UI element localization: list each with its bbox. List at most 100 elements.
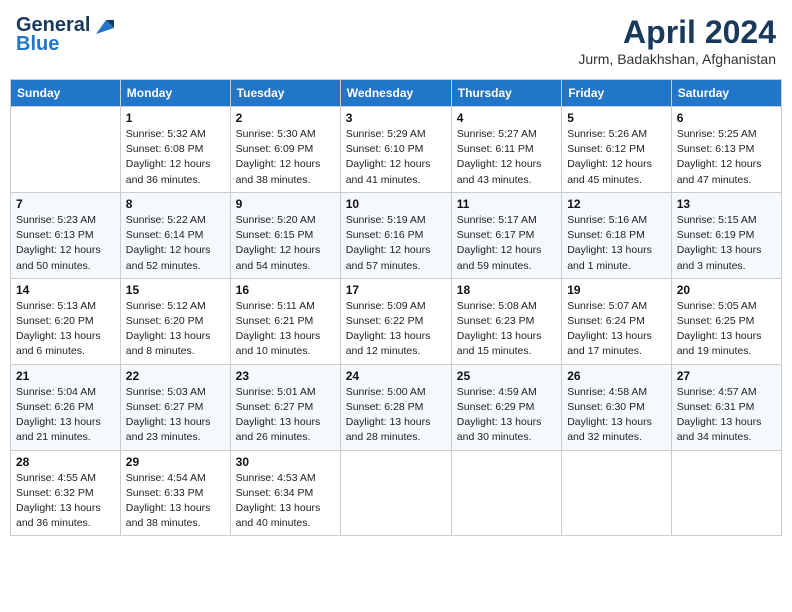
day-number: 4 [457,111,556,125]
day-info: Sunrise: 5:23 AMSunset: 6:13 PMDaylight:… [16,213,115,274]
calendar-cell [340,450,451,536]
calendar-cell: 10 Sunrise: 5:19 AMSunset: 6:16 PMDayligh… [340,192,451,278]
weekday-header-friday: Friday [562,80,672,107]
calendar-cell: 26 Sunrise: 4:58 AMSunset: 6:30 PMDayligh… [562,364,672,450]
day-number: 21 [16,369,115,383]
weekday-header-sunday: Sunday [11,80,121,107]
month-title: April 2024 [578,14,776,51]
calendar-cell [671,450,781,536]
day-info: Sunrise: 4:57 AMSunset: 6:31 PMDaylight:… [677,385,776,446]
day-info: Sunrise: 5:16 AMSunset: 6:18 PMDaylight:… [567,213,666,274]
logo: General Blue [16,14,114,56]
day-number: 24 [346,369,446,383]
day-info: Sunrise: 5:13 AMSunset: 6:20 PMDaylight:… [16,299,115,360]
calendar-cell: 4 Sunrise: 5:27 AMSunset: 6:11 PMDaylight… [451,107,561,193]
calendar-cell: 28 Sunrise: 4:55 AMSunset: 6:32 PMDayligh… [11,450,121,536]
header: General Blue April 2024 Jurm, Badakhshan… [10,10,782,71]
day-info: Sunrise: 5:09 AMSunset: 6:22 PMDaylight:… [346,299,446,360]
calendar-cell: 1 Sunrise: 5:32 AMSunset: 6:08 PMDaylight… [120,107,230,193]
calendar-cell: 20Sunrise: 5:05 AMSunset: 6:25 PMDayligh… [671,278,781,364]
day-info: Sunrise: 5:20 AMSunset: 6:15 PMDaylight:… [236,213,335,274]
weekday-header-thursday: Thursday [451,80,561,107]
calendar-cell: 8Sunrise: 5:22 AMSunset: 6:14 PMDaylight… [120,192,230,278]
day-number: 23 [236,369,335,383]
calendar-cell: 5 Sunrise: 5:26 AMSunset: 6:12 PMDaylight… [562,107,672,193]
logo-icon [92,18,114,36]
day-number: 27 [677,369,776,383]
day-info: Sunrise: 5:11 AMSunset: 6:21 PMDaylight:… [236,299,335,360]
day-number: 9 [236,197,335,211]
calendar-cell [11,107,121,193]
calendar-cell [562,450,672,536]
day-number: 15 [126,283,225,297]
calendar-cell: 12Sunrise: 5:16 AMSunset: 6:18 PMDayligh… [562,192,672,278]
day-info: Sunrise: 4:53 AMSunset: 6:34 PMDaylight:… [236,471,335,532]
day-info: Sunrise: 5:12 AMSunset: 6:20 PMDaylight:… [126,299,225,360]
day-number: 10 [346,197,446,211]
weekday-header-wednesday: Wednesday [340,80,451,107]
calendar-cell: 7 Sunrise: 5:23 AMSunset: 6:13 PMDaylight… [11,192,121,278]
calendar-cell: 13 Sunrise: 5:15 AMSunset: 6:19 PMDayligh… [671,192,781,278]
day-info: Sunrise: 4:59 AMSunset: 6:29 PMDaylight:… [457,385,556,446]
calendar-cell: 27 Sunrise: 4:57 AMSunset: 6:31 PMDayligh… [671,364,781,450]
calendar-cell: 30 Sunrise: 4:53 AMSunset: 6:34 PMDayligh… [230,450,340,536]
calendar-cell: 11 Sunrise: 5:17 AMSunset: 6:17 PMDayligh… [451,192,561,278]
day-number: 8 [126,197,225,211]
calendar-cell: 22 Sunrise: 5:03 AMSunset: 6:27 PMDayligh… [120,364,230,450]
day-number: 6 [677,111,776,125]
calendar-cell: 3Sunrise: 5:29 AMSunset: 6:10 PMDaylight… [340,107,451,193]
day-info: Sunrise: 5:07 AMSunset: 6:24 PMDaylight:… [567,299,666,360]
calendar-cell: 25 Sunrise: 4:59 AMSunset: 6:29 PMDayligh… [451,364,561,450]
location-title: Jurm, Badakhshan, Afghanistan [578,51,776,67]
day-number: 14 [16,283,115,297]
calendar-cell: 15 Sunrise: 5:12 AMSunset: 6:20 PMDayligh… [120,278,230,364]
day-info: Sunrise: 5:01 AMSunset: 6:27 PMDaylight:… [236,385,335,446]
day-info: Sunrise: 5:32 AMSunset: 6:08 PMDaylight:… [126,127,225,188]
day-info: Sunrise: 5:26 AMSunset: 6:12 PMDaylight:… [567,127,666,188]
calendar-cell: 14 Sunrise: 5:13 AMSunset: 6:20 PMDayligh… [11,278,121,364]
day-number: 28 [16,455,115,469]
day-info: Sunrise: 5:29 AMSunset: 6:10 PMDaylight:… [346,127,446,188]
day-info: Sunrise: 5:04 AMSunset: 6:26 PMDaylight:… [16,385,115,446]
calendar-table: SundayMondayTuesdayWednesdayThursdayFrid… [10,79,782,536]
day-number: 1 [126,111,225,125]
day-info: Sunrise: 5:00 AMSunset: 6:28 PMDaylight:… [346,385,446,446]
weekday-header-saturday: Saturday [671,80,781,107]
day-number: 26 [567,369,666,383]
day-info: Sunrise: 5:05 AMSunset: 6:25 PMDaylight:… [677,299,776,360]
day-info: Sunrise: 5:08 AMSunset: 6:23 PMDaylight:… [457,299,556,360]
calendar-cell: 9 Sunrise: 5:20 AMSunset: 6:15 PMDaylight… [230,192,340,278]
day-info: Sunrise: 4:58 AMSunset: 6:30 PMDaylight:… [567,385,666,446]
calendar-cell: 6 Sunrise: 5:25 AMSunset: 6:13 PMDaylight… [671,107,781,193]
weekday-header-tuesday: Tuesday [230,80,340,107]
day-number: 13 [677,197,776,211]
calendar-cell: 2 Sunrise: 5:30 AMSunset: 6:09 PMDaylight… [230,107,340,193]
day-info: Sunrise: 5:27 AMSunset: 6:11 PMDaylight:… [457,127,556,188]
day-number: 7 [16,197,115,211]
day-number: 30 [236,455,335,469]
calendar-cell: 23 Sunrise: 5:01 AMSunset: 6:27 PMDayligh… [230,364,340,450]
title-area: April 2024 Jurm, Badakhshan, Afghanistan [578,14,776,67]
day-info: Sunrise: 5:17 AMSunset: 6:17 PMDaylight:… [457,213,556,274]
weekday-header-monday: Monday [120,80,230,107]
day-info: Sunrise: 5:19 AMSunset: 6:16 PMDaylight:… [346,213,446,274]
day-info: Sunrise: 4:54 AMSunset: 6:33 PMDaylight:… [126,471,225,532]
day-info: Sunrise: 5:25 AMSunset: 6:13 PMDaylight:… [677,127,776,188]
calendar-cell: 24 Sunrise: 5:00 AMSunset: 6:28 PMDayligh… [340,364,451,450]
calendar-cell: 29 Sunrise: 4:54 AMSunset: 6:33 PMDayligh… [120,450,230,536]
day-number: 17 [346,283,446,297]
day-number: 25 [457,369,556,383]
calendar-cell [451,450,561,536]
calendar-cell: 17 Sunrise: 5:09 AMSunset: 6:22 PMDayligh… [340,278,451,364]
day-number: 16 [236,283,335,297]
day-number: 29 [126,455,225,469]
day-number: 2 [236,111,335,125]
day-info: Sunrise: 5:15 AMSunset: 6:19 PMDaylight:… [677,213,776,274]
day-info: Sunrise: 4:55 AMSunset: 6:32 PMDaylight:… [16,471,115,532]
day-info: Sunrise: 5:30 AMSunset: 6:09 PMDaylight:… [236,127,335,188]
day-number: 5 [567,111,666,125]
day-info: Sunrise: 5:03 AMSunset: 6:27 PMDaylight:… [126,385,225,446]
day-number: 22 [126,369,225,383]
day-number: 11 [457,197,556,211]
calendar-cell: 21 Sunrise: 5:04 AMSunset: 6:26 PMDayligh… [11,364,121,450]
